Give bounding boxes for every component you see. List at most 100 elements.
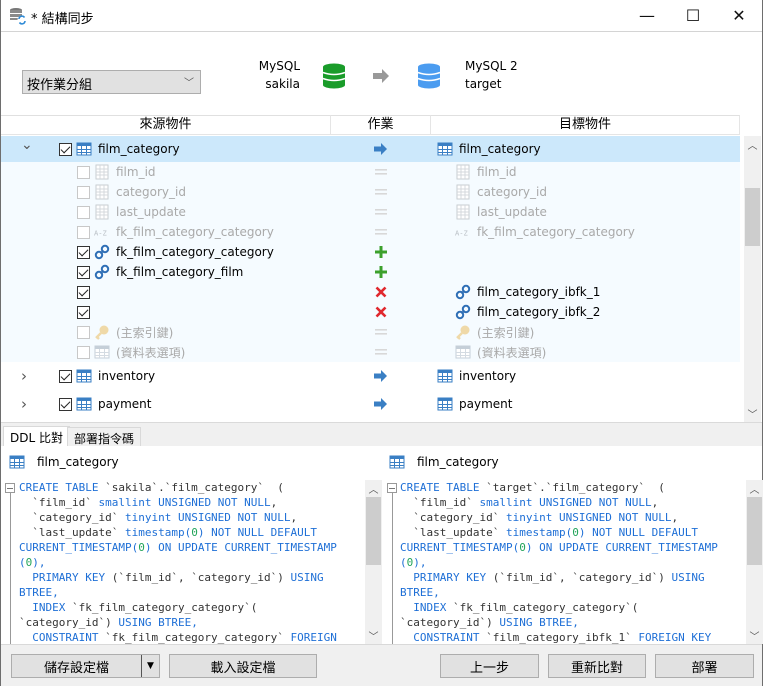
source-object-name: fk_film_category_category — [116, 225, 274, 239]
equal-icon — [375, 188, 387, 196]
child-row[interactable]: fk_film_category_film — [1, 262, 740, 282]
chevron-down-icon: ﹀ — [184, 78, 194, 89]
child-row[interactable]: fk_film_category_category — [1, 242, 740, 262]
minimize-icon: — — [639, 6, 655, 25]
fold-toggle-icon[interactable] — [5, 483, 15, 493]
window-title: * 結構同步 — [31, 12, 94, 27]
code-line: CURRENT_TIMESTAMP(0) ON UPDATE CURRENT_T… — [400, 541, 718, 554]
code-line: (0), — [400, 556, 427, 569]
source-object-name: last_update — [116, 205, 186, 219]
table-row[interactable]: › payment payment — [1, 390, 740, 418]
back-button[interactable]: 上一步 — [440, 654, 539, 678]
source-connection: MySQL sakila — [256, 57, 300, 93]
table-row[interactable]: › inventory inventory — [1, 362, 740, 390]
target-ddl-scroll-thumb[interactable] — [747, 497, 762, 565]
row-checkbox[interactable] — [77, 165, 90, 179]
column-header-action[interactable]: 作業 — [331, 115, 431, 135]
scroll-up-icon[interactable]: ︿ — [746, 480, 763, 497]
table-icon — [437, 141, 453, 157]
group-by-value: 按作業分組 — [27, 78, 93, 93]
row-checkbox[interactable] — [59, 397, 72, 411]
maximize-button[interactable]: ☐ — [670, 0, 716, 31]
tab-ddl-compare[interactable]: DDL 比對 — [3, 426, 70, 447]
target-ddl-scrollbar[interactable]: ︿ ﹀ — [746, 480, 763, 644]
grid-scrollbar[interactable]: ︿ ﹀ — [744, 136, 761, 422]
svg-text:A-Z: A-Z — [94, 229, 108, 238]
target-cell: film_category_ibfk_2 — [451, 302, 600, 322]
group-by-select[interactable]: 按作業分組 ﹀ — [22, 70, 201, 94]
load-profile-button[interactable]: 載入設定檔 — [169, 654, 317, 678]
row-checkbox[interactable] — [77, 285, 90, 299]
column-icon — [455, 204, 471, 220]
row-checkbox[interactable] — [77, 345, 90, 359]
row-checkbox[interactable] — [77, 185, 90, 199]
row-checkbox[interactable] — [77, 245, 90, 259]
chevron-down-icon[interactable]: ⌄ — [21, 137, 40, 153]
table-icon — [9, 455, 25, 469]
column-header-target[interactable]: 目標物件 — [431, 115, 740, 135]
chevron-right-icon[interactable]: › — [21, 367, 40, 385]
child-row[interactable]: last_update last_update — [1, 202, 740, 222]
source-ddl-scroll-thumb[interactable] — [366, 497, 381, 565]
action-cell — [331, 202, 431, 222]
child-row[interactable]: category_id category_id — [1, 182, 740, 202]
scroll-down-icon[interactable]: ﹀ — [746, 627, 763, 644]
minimize-button[interactable]: — — [624, 0, 670, 31]
row-checkbox[interactable] — [77, 305, 90, 319]
target-ddl-title: film_category — [389, 454, 499, 470]
source-ddl-table-name: film_category — [37, 455, 119, 469]
source-cell: fk_film_category_film — [77, 262, 243, 282]
scroll-down-icon[interactable]: ﹀ — [744, 405, 761, 422]
source-cell — [77, 302, 90, 322]
source-ddl-scrollbar[interactable]: ︿ ﹀ — [365, 480, 382, 644]
ddl-compare-panel: film_category CREATE TABLE `sakila`.`fil… — [1, 446, 763, 644]
child-row[interactable]: (資料表選項) (資料表選項) — [1, 342, 740, 362]
target-cell: last_update — [451, 202, 547, 222]
save-profile-dropdown-icon[interactable]: ▼ — [141, 655, 159, 677]
primary-key-icon — [455, 324, 471, 340]
tab-deploy-script[interactable]: 部署指令碼 — [67, 427, 142, 448]
comparison-rows: ⌄ film_category film_category film_id film_i… — [1, 136, 740, 418]
source-object-name: payment — [98, 397, 152, 411]
row-checkbox[interactable] — [59, 369, 72, 383]
child-row[interactable]: (主索引鍵) (主索引鍵) — [1, 322, 740, 342]
code-line: `film_id` smallint UNSIGNED NOT NULL, — [400, 496, 659, 509]
sync-arrow-icon — [374, 143, 388, 155]
recompare-button[interactable]: 重新比對 — [548, 654, 646, 678]
close-button[interactable]: ✕ — [716, 0, 762, 31]
target-ddl-code[interactable]: CREATE TABLE `target`.`film_category` ( … — [400, 480, 742, 644]
child-row[interactable]: film_category_ibfk_2 — [1, 302, 740, 322]
child-row[interactable]: film_id film_id — [1, 162, 740, 182]
row-checkbox[interactable] — [77, 225, 90, 239]
target-cell: category_id — [451, 182, 547, 202]
table-row[interactable]: ⌄ film_category film_category — [1, 136, 740, 162]
source-cell: category_id — [77, 182, 186, 202]
child-row[interactable]: film_category_ibfk_1 — [1, 282, 740, 302]
scroll-up-icon[interactable]: ︿ — [365, 480, 382, 497]
target-object-name: film_category_ibfk_1 — [477, 285, 601, 299]
source-object-name: category_id — [116, 185, 186, 199]
code-line: PRIMARY KEY (`film_id`, `category_id`) U… — [19, 571, 324, 584]
bottom-tabs: DDL 比對 部署指令碼 — [1, 422, 762, 448]
table-icon — [389, 455, 405, 469]
source-ddl-code[interactable]: CREATE TABLE `sakila`.`film_category` ( … — [19, 480, 361, 644]
source-cell: › inventory — [21, 362, 155, 390]
column-header-source[interactable]: 來源物件 — [1, 115, 331, 135]
chevron-right-icon[interactable]: › — [21, 395, 40, 413]
scroll-down-icon[interactable]: ﹀ — [365, 627, 382, 644]
deploy-button[interactable]: 部署 — [655, 654, 754, 678]
scroll-up-icon[interactable]: ︿ — [744, 136, 761, 153]
action-cell — [331, 302, 431, 322]
row-checkbox[interactable] — [77, 205, 90, 219]
target-object-name: (主索引鍵) — [477, 325, 535, 340]
fold-toggle-icon[interactable] — [387, 483, 397, 493]
add-icon — [375, 266, 387, 278]
connection-header: 按作業分組 ﹀ MySQL sakila MySQL 2 target — [1, 33, 762, 115]
row-checkbox[interactable] — [59, 142, 72, 156]
grid-scroll-thumb[interactable] — [745, 188, 760, 246]
row-checkbox[interactable] — [77, 325, 90, 339]
source-ddl-title: film_category — [9, 454, 119, 470]
row-checkbox[interactable] — [77, 265, 90, 279]
child-row[interactable]: A-Z fk_film_category_category A-Z fk_film_c… — [1, 222, 740, 242]
save-profile-button[interactable]: 儲存設定檔 ▼ — [11, 654, 160, 678]
